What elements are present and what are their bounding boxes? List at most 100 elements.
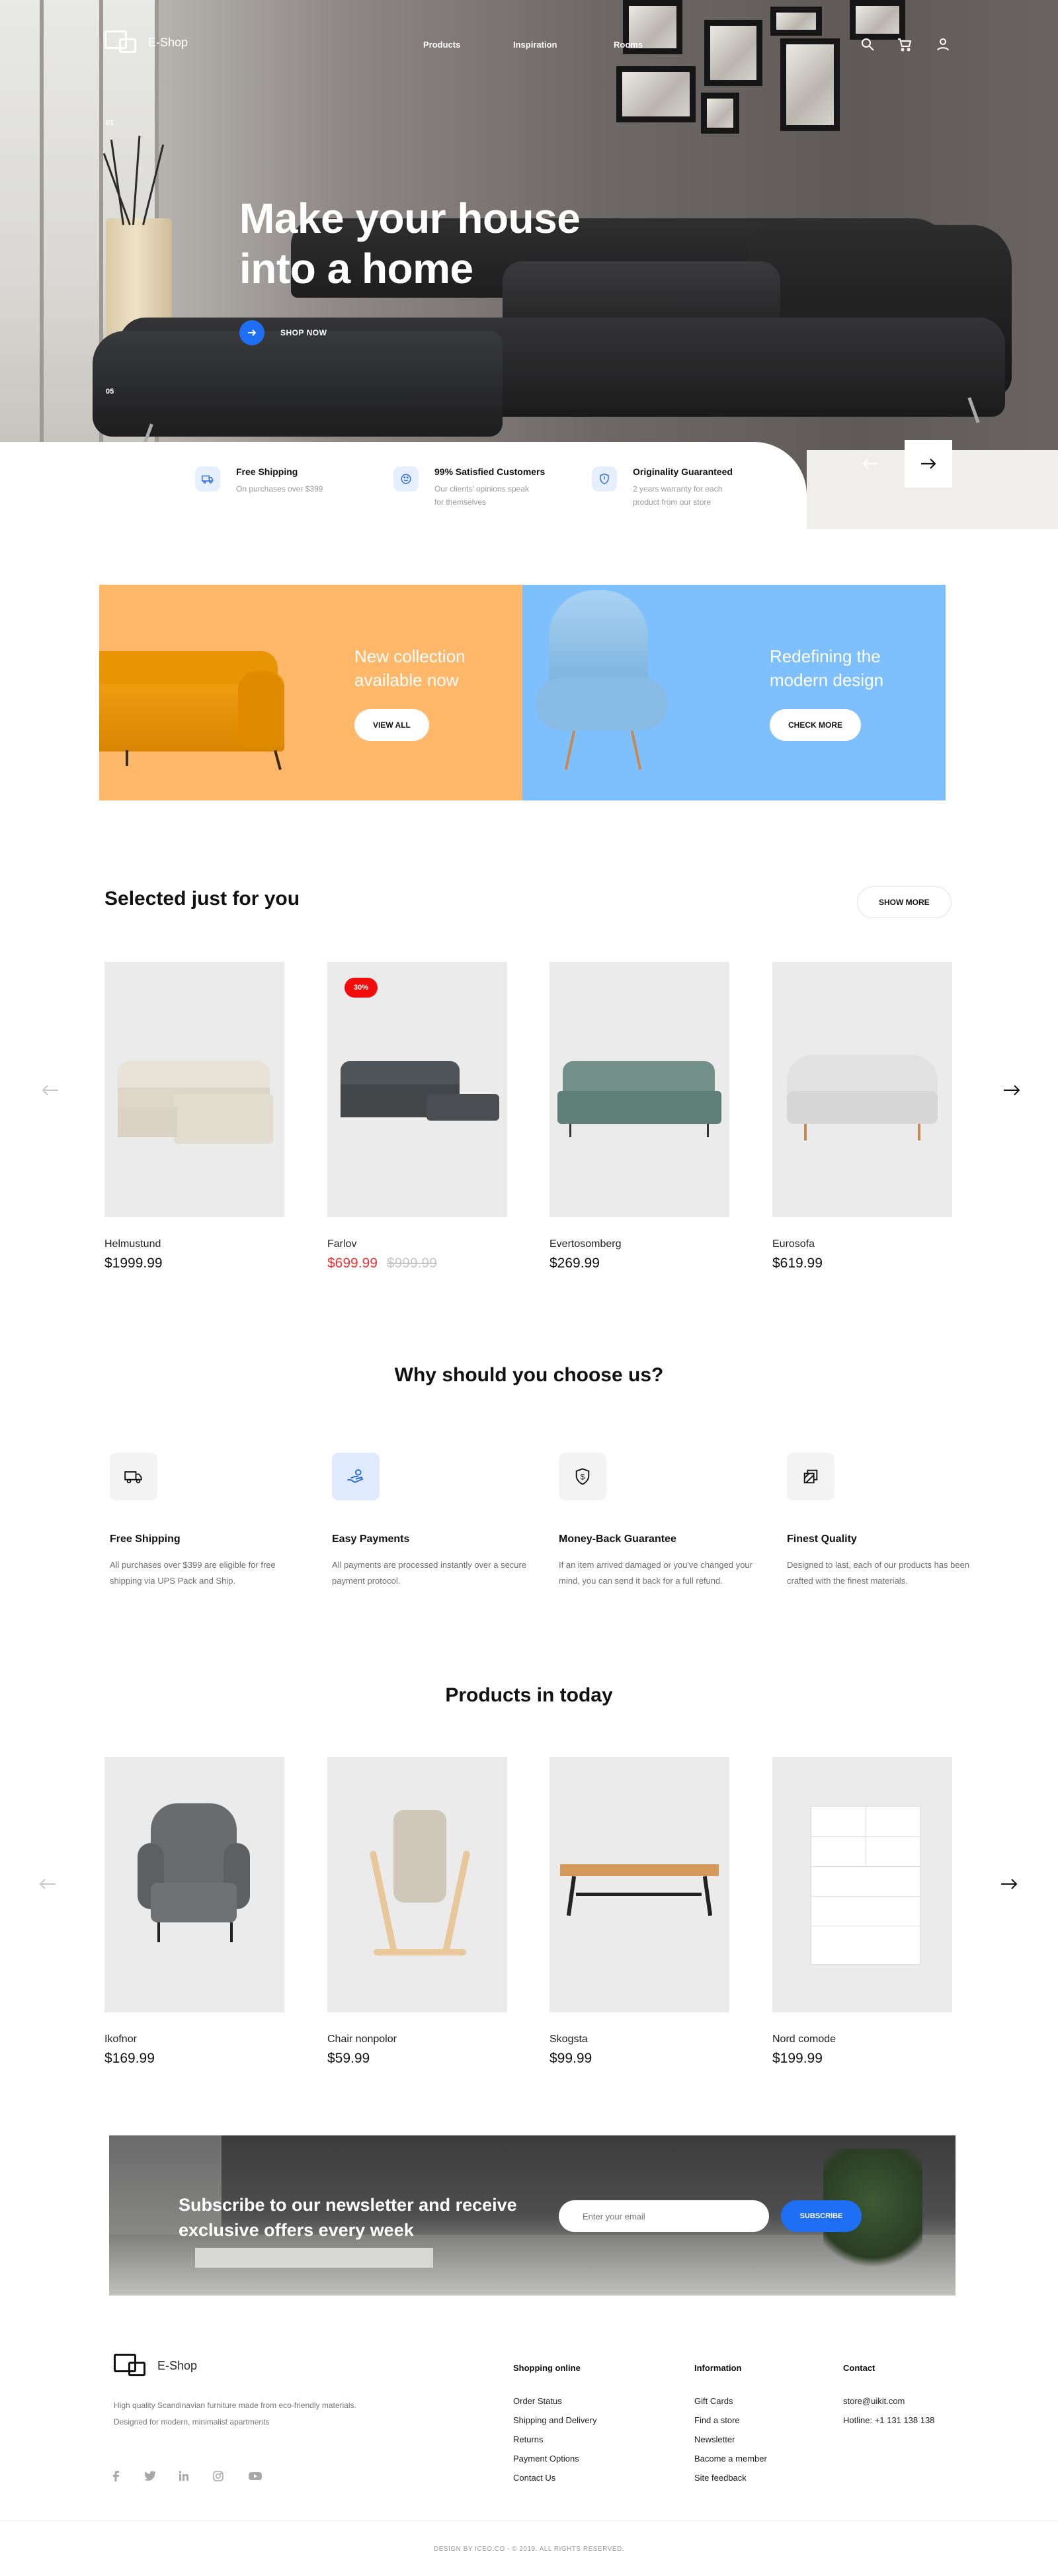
footer-link-returns[interactable]: Returns — [513, 2434, 544, 2444]
newsletter-title: Subscribe to our newsletter and receive … — [179, 2195, 517, 2240]
copyright-text: DESIGN BY ICEO.CO - © 2019. ALL RIGHTS R… — [434, 2546, 624, 2553]
footer-link-shipping[interactable]: Shipping and Delivery — [513, 2415, 596, 2425]
footer-divider — [0, 2520, 1058, 2521]
footer-email[interactable]: store@uikit.com — [843, 2396, 905, 2406]
product-image — [772, 1757, 952, 2012]
nav-link-products[interactable]: Products — [423, 40, 460, 50]
why-section-title: Why should you choose us? — [394, 1364, 664, 1386]
promo-title: Redefining the modern design — [770, 646, 883, 690]
arrow-right-icon — [1004, 1085, 1020, 1095]
footer-link-find-store[interactable]: Find a store — [694, 2415, 740, 2425]
feature-title: Originality Guaranteed — [633, 466, 733, 477]
product-card[interactable]: Evertosomberg $269.99 — [549, 962, 729, 1271]
cart-icon[interactable] — [897, 36, 914, 54]
footer-link-gift-cards[interactable]: Gift Cards — [694, 2396, 733, 2406]
newsletter-banner: Subscribe to our newsletter and receive … — [109, 2135, 956, 2296]
selected-section-title: Selected just for you — [104, 888, 300, 910]
facebook-icon[interactable] — [111, 2471, 124, 2484]
why-item-finest-quality: Finest Quality Designed to last, each of… — [787, 1453, 985, 1589]
carousel-prev-button[interactable] — [37, 1077, 63, 1103]
truck-icon — [110, 1453, 157, 1500]
view-all-button[interactable]: VIEW ALL — [354, 709, 429, 741]
product-card[interactable]: Chair nonpolor $59.99 — [327, 1757, 507, 2067]
why-item-title: Easy Payments — [332, 1533, 410, 1545]
twitter-icon[interactable] — [144, 2471, 157, 2484]
hero-feature-satisfied: 99% Satisfied Customers Our clients' opi… — [393, 466, 545, 509]
user-icon[interactable] — [935, 36, 952, 54]
why-item-title: Free Shipping — [110, 1533, 181, 1545]
newsletter-email-input[interactable] — [559, 2200, 769, 2232]
footer-logo[interactable]: E-Shop — [114, 2352, 197, 2379]
shop-now-label: SHOP NOW — [280, 328, 327, 337]
why-item-text: All payments are processed instantly ove… — [332, 1560, 527, 1586]
footer-link-order-status[interactable]: Order Status — [513, 2396, 562, 2406]
footer-link-feedback[interactable]: Site feedback — [694, 2473, 747, 2483]
footer-link-payment[interactable]: Payment Options — [513, 2454, 579, 2464]
carousel-next-button[interactable] — [998, 1077, 1025, 1103]
brand-logo[interactable]: E-Shop — [104, 29, 188, 56]
youtube-icon[interactable] — [249, 2471, 262, 2484]
footer-link-newsletter[interactable]: Newsletter — [694, 2434, 735, 2444]
product-name: Chair nonpolor — [327, 2034, 397, 2045]
product-image — [104, 1757, 284, 2012]
product-name: Farlov — [327, 1238, 357, 1250]
product-price: $169.99 — [104, 2051, 155, 2066]
product-name: Nord comode — [772, 2034, 836, 2045]
product-price: $59.99 — [327, 2051, 370, 2066]
nav-link-inspiration[interactable]: Inspiration — [513, 40, 557, 50]
product-card[interactable]: Nord comode $199.99 — [772, 1757, 952, 2067]
product-name: Skogsta — [549, 2034, 588, 2045]
product-card[interactable]: Ikofnor $169.99 — [104, 1757, 284, 2067]
why-item-text: If an item arrived damaged or you've cha… — [559, 1560, 753, 1586]
hero-title: Make your house into a home — [239, 194, 581, 292]
hero-prev-button[interactable] — [846, 440, 894, 488]
product-name: Eurosofa — [772, 1238, 815, 1250]
slide-total-number: 05 — [106, 388, 114, 396]
product-price: $1999.99 — [104, 1256, 163, 1271]
product-image — [549, 1757, 729, 2012]
product-card[interactable]: Helmustund $1999.99 — [104, 962, 284, 1271]
product-price: $699.99 $999.99 — [327, 1256, 507, 1271]
why-item-title: Money-Back Guarantee — [559, 1533, 676, 1545]
product-card[interactable]: 30% Farlov $699.99 $999.99 — [327, 962, 507, 1271]
today-prev-button[interactable] — [34, 1871, 61, 1897]
promo-modern-design[interactable]: Redefining the modern design CHECK MORE — [522, 585, 946, 800]
search-icon[interactable] — [860, 36, 877, 54]
linkedin-icon[interactable] — [179, 2471, 192, 2484]
product-image — [104, 962, 284, 1217]
hero-feature-originality: Originality Guaranteed 2 years warranty … — [592, 466, 745, 509]
check-more-button[interactable]: CHECK MORE — [770, 709, 862, 741]
why-item-text: All purchases over $399 are eligible for… — [110, 1560, 276, 1586]
product-card[interactable]: Skogsta $99.99 — [549, 1757, 729, 2067]
hero-next-button[interactable] — [905, 440, 952, 488]
sale-price: $699.99 — [327, 1256, 378, 1271]
logo-icon — [104, 29, 139, 56]
logo-icon — [114, 2352, 148, 2379]
footer-hotline[interactable]: Hotline: +1 131 138 138 — [843, 2415, 934, 2425]
footer-col-title-information: Information — [694, 2363, 742, 2373]
truck-icon — [195, 466, 220, 492]
nav-link-rooms[interactable]: Rooms — [614, 40, 643, 50]
promo-title: New collection available now — [354, 646, 466, 690]
shop-now-button[interactable]: SHOP NOW — [239, 320, 327, 345]
feature-title: 99% Satisfied Customers — [434, 466, 546, 477]
feature-title: Free Shipping — [236, 466, 298, 477]
brand-name: E-Shop — [148, 35, 188, 49]
discount-badge: 30% — [345, 978, 378, 998]
svg-text:$: $ — [581, 1473, 585, 1482]
shield-icon — [592, 466, 617, 492]
today-section-title: Products in today — [445, 1684, 613, 1706]
footer-description: High quality Scandinavian furniture made… — [114, 2401, 356, 2426]
instagram-icon[interactable] — [213, 2471, 226, 2484]
today-next-button[interactable] — [996, 1871, 1022, 1897]
product-card[interactable]: Eurosofa $619.99 — [772, 962, 952, 1271]
why-item-free-shipping: Free Shipping All purchases over $399 ar… — [110, 1453, 308, 1589]
arrow-right-icon — [921, 458, 936, 469]
subscribe-button[interactable]: SUBSCRIBE — [781, 2200, 862, 2232]
feature-text: Our clients' opinions speak for themselv… — [434, 484, 530, 507]
show-more-button[interactable]: SHOW MORE — [857, 886, 952, 918]
footer-link-member[interactable]: Bacome a member — [694, 2454, 767, 2464]
footer-link-contact[interactable]: Contact Us — [513, 2473, 555, 2483]
arrow-right-icon — [1001, 1879, 1018, 1889]
promo-new-collection[interactable]: New collection available now VIEW ALL — [99, 585, 522, 800]
